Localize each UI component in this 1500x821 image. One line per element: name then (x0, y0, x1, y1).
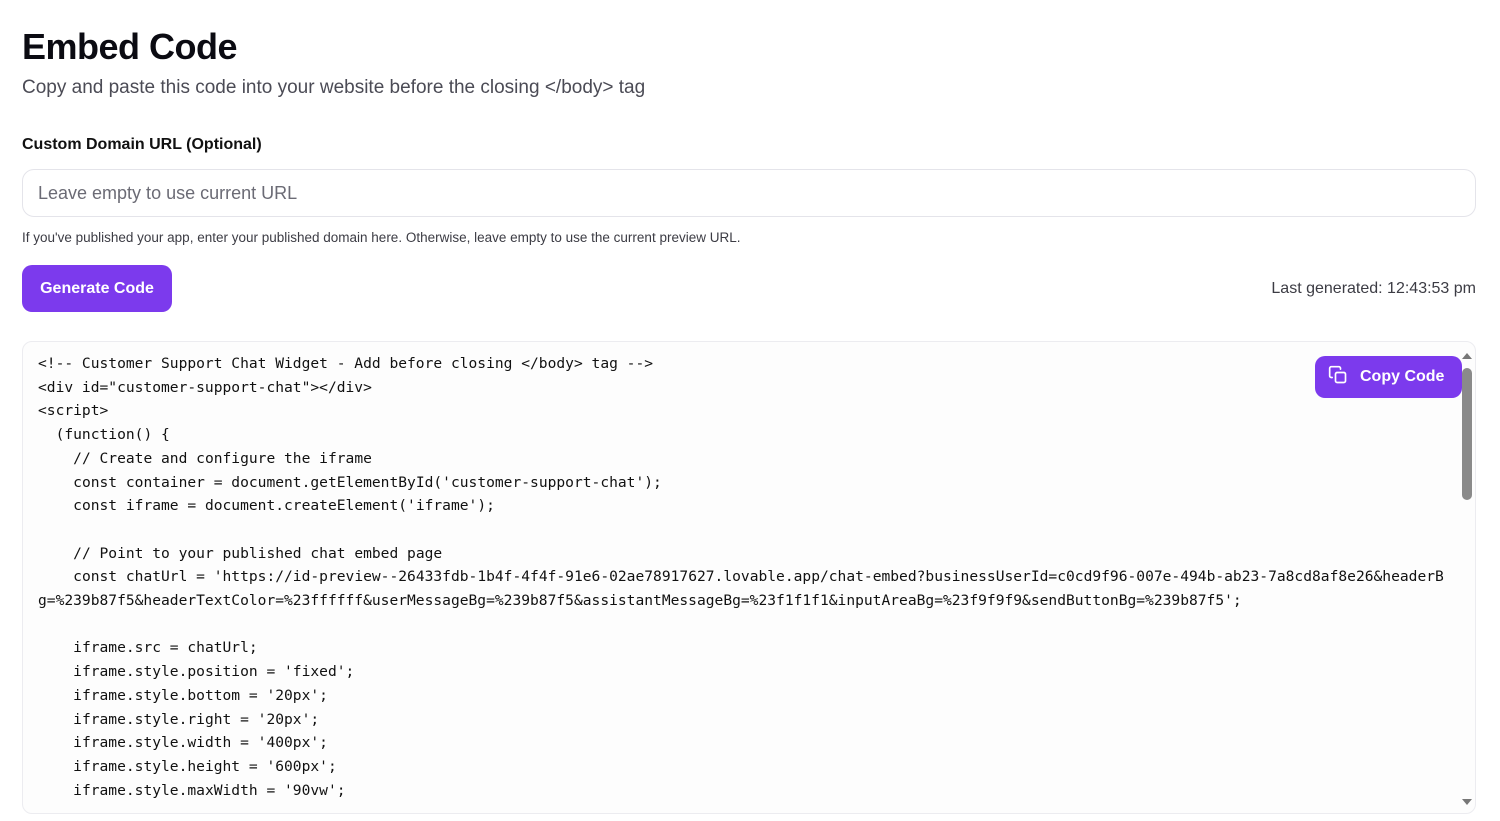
scroll-down-arrow-icon[interactable] (1462, 799, 1472, 805)
custom-domain-label: Custom Domain URL (Optional) (22, 136, 262, 153)
generate-code-button[interactable]: Generate Code (22, 265, 172, 312)
copy-code-button[interactable]: Copy Code (1315, 356, 1462, 398)
scrollbar-thumb[interactable] (1462, 368, 1472, 500)
custom-domain-help-text: If you've published your app, enter your… (22, 230, 741, 245)
embed-code-block[interactable]: <!-- Customer Support Chat Widget - Add … (22, 341, 1476, 814)
page-subtitle: Copy and paste this code into your websi… (22, 77, 646, 98)
copy-code-label: Copy Code (1360, 368, 1445, 385)
custom-domain-input[interactable] (22, 169, 1476, 217)
code-scrollbar[interactable] (1460, 350, 1474, 808)
page-title: Embed Code (22, 26, 238, 67)
copy-icon (1328, 365, 1348, 390)
embed-code-text: <!-- Customer Support Chat Widget - Add … (38, 355, 1444, 799)
last-generated-timestamp: Last generated: 12:43:53 pm (1271, 280, 1476, 297)
scroll-up-arrow-icon[interactable] (1462, 353, 1472, 359)
